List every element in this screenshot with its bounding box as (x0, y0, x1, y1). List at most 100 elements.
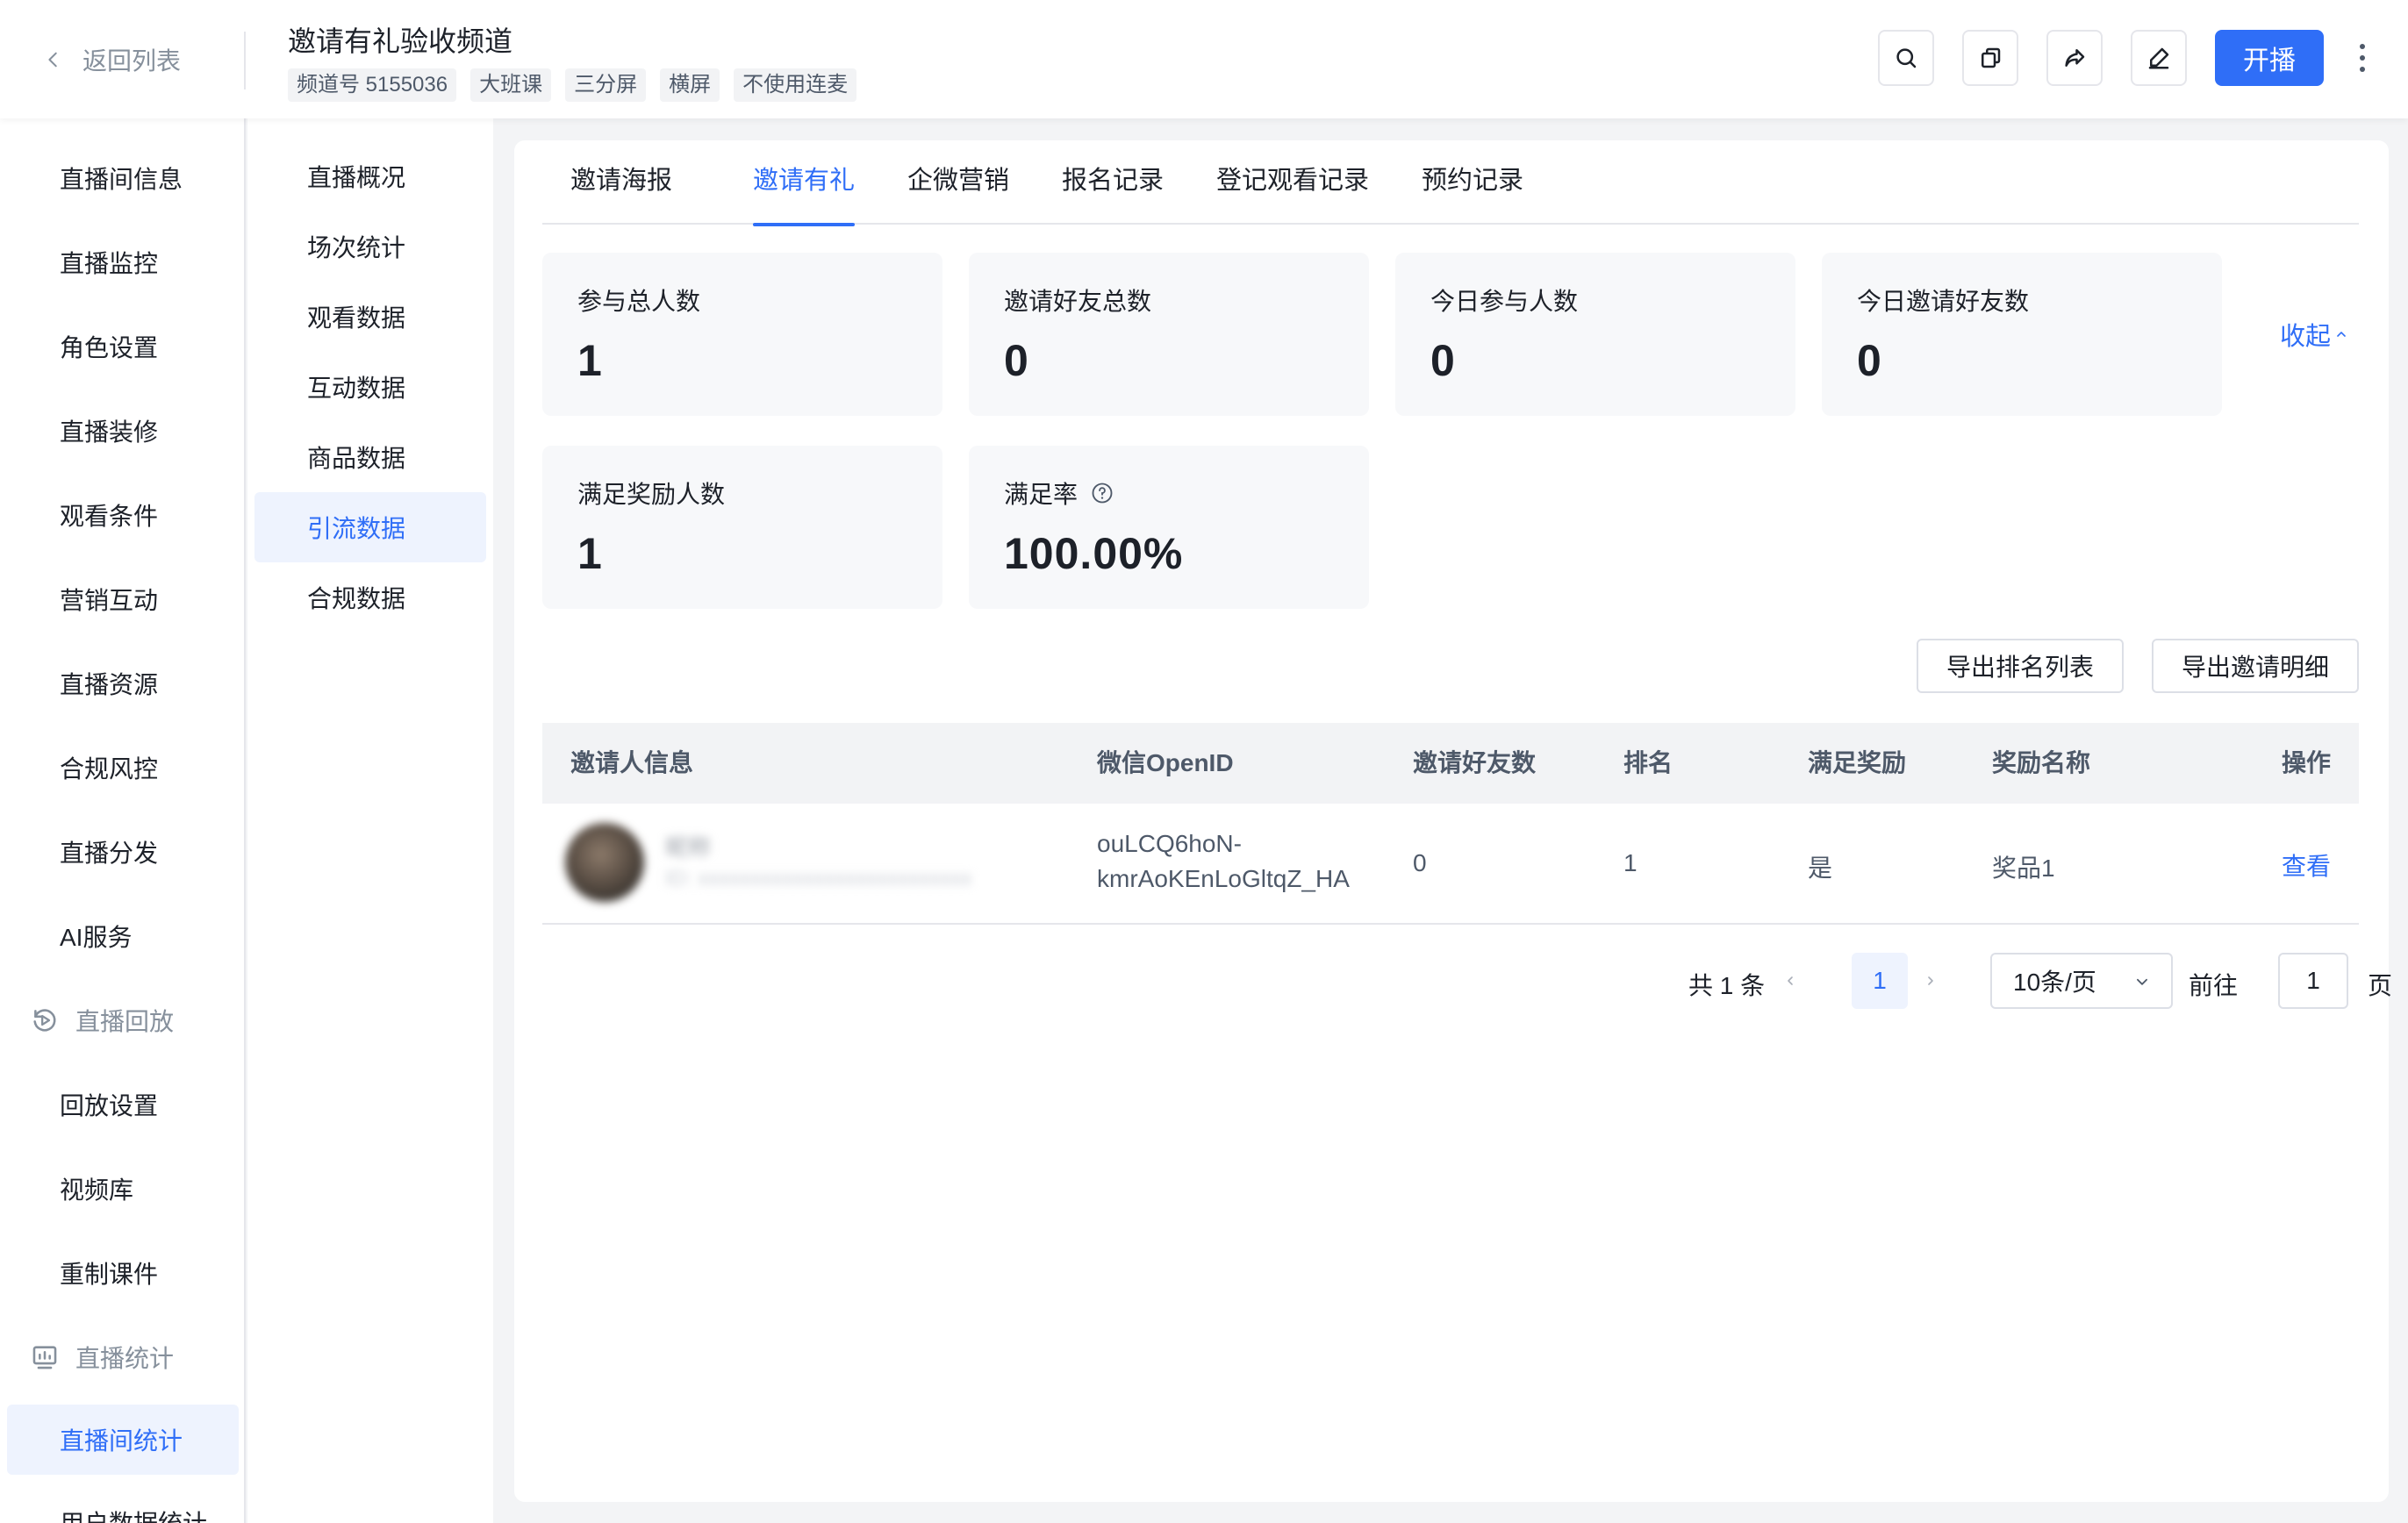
table-row: 昵称 ID: xxxxxxxxxxxxxxxxxxxxxxxxxx ouLCQ6… (542, 804, 2359, 925)
nav-watch-conditions[interactable]: 观看条件 (7, 480, 239, 550)
nav-compliance[interactable]: 合规风控 (7, 733, 239, 803)
nav-distribution[interactable]: 直播分发 (7, 817, 239, 887)
inviter-id: ID: xxxxxxxxxxxxxxxxxxxxxxxxxx (665, 867, 972, 890)
goto-page-input[interactable]: 1 (2278, 953, 2348, 1009)
rank-value: 1 (1623, 849, 1638, 876)
col-inviter-info: 邀请人信息 (570, 749, 694, 776)
reward-name-value: 奖品1 (1992, 854, 2055, 882)
stats-icon (32, 1346, 57, 1369)
subnav-session-stats[interactable]: 场次统计 (254, 211, 486, 282)
pagination-total: 共 1 条 (1688, 972, 1766, 999)
page-number-current[interactable]: 1 (1852, 953, 1908, 1009)
stat-card-satisfaction-rate: 满足率 100.00% (969, 446, 1369, 609)
replay-icon (33, 1009, 56, 1032)
nav-replay-settings[interactable]: 回放设置 (7, 1069, 239, 1140)
chevron-up-icon (2337, 332, 2346, 337)
collapse-toggle[interactable]: 收起 (2280, 316, 2348, 353)
more-options-icon[interactable] (2352, 30, 2373, 86)
nav-user-data-stats[interactable]: 用户数据统计 (7, 1487, 239, 1523)
nav-group-replay[interactable]: 直播回放 (7, 985, 239, 1055)
stat-value: 1 (577, 529, 603, 578)
nav-live-decoration[interactable]: 直播装修 (7, 396, 239, 466)
stat-card-total-invites: 邀请好友总数 0 (969, 253, 1369, 416)
secondary-sidebar: 直播概况 场次统计 观看数据 互动数据 商品数据 引流数据 合规数据 (247, 118, 493, 1523)
copy-icon (1982, 47, 2001, 68)
nav-live-room-info[interactable]: 直播间信息 (7, 143, 239, 213)
subnav-interaction-data[interactable]: 互动数据 (254, 352, 486, 422)
mic-link-tag: 不使用连麦 (734, 68, 857, 102)
edit-button[interactable] (2131, 30, 2187, 86)
collapse-label: 收起 (2280, 323, 2332, 351)
channel-tags: 频道号 5155036 大班课 三分屏 横屏 不使用连麦 (288, 68, 857, 102)
tab-invite-poster[interactable]: 邀请海报 (570, 160, 672, 225)
nav-group-replay-label: 直播回放 (75, 1008, 175, 1035)
stat-value: 1 (577, 336, 603, 385)
page-size-select[interactable]: 10条/页 (1990, 953, 2173, 1009)
stat-value: 0 (1430, 336, 1456, 385)
col-actions: 操作 (2282, 749, 2332, 776)
tab-signup-records[interactable]: 报名记录 (1062, 160, 1164, 225)
tab-wecom-marketing[interactable]: 企微营销 (907, 160, 1009, 225)
subnav-overview[interactable]: 直播概况 (254, 141, 486, 211)
pagination: 共 1 条 1 10条/页 前往 1 页 (514, 953, 2393, 1009)
layout-tag: 三分屏 (565, 68, 647, 102)
tab-bar: 邀请海报 邀请有礼 企微营销 报名记录 登记观看记录 预约记录 (542, 140, 2359, 226)
subnav-compliance-data[interactable]: 合规数据 (254, 562, 486, 633)
nav-role-settings[interactable]: 角色设置 (7, 311, 239, 382)
chevron-left-icon (1788, 976, 1793, 985)
share-icon (2065, 49, 2085, 67)
search-button[interactable] (1878, 30, 1934, 86)
rewarded-value: 是 (1808, 854, 1833, 882)
help-icon[interactable] (1090, 481, 1114, 505)
col-rank: 排名 (1623, 749, 1673, 776)
channel-title: 邀请有礼验收频道 (288, 25, 513, 57)
openid-line1: ouLCQ6hoN- (1097, 830, 1242, 857)
tab-invite-gift[interactable]: 邀请有礼 (753, 160, 856, 226)
edit-icon (2148, 47, 2169, 69)
page-suffix-label: 页 (2368, 972, 2393, 999)
nav-group-stats[interactable]: 直播统计 (7, 1322, 239, 1392)
subnav-traffic-data[interactable]: 引流数据 (254, 492, 486, 562)
stat-card-total-participants: 参与总人数 1 (542, 253, 942, 416)
tab-reservation-records[interactable]: 预约记录 (1422, 160, 1523, 225)
export-ranking-button[interactable]: 导出排名列表 (1917, 639, 2124, 693)
col-wechat-openid: 微信OpenID (1097, 749, 1234, 776)
chevron-left-icon (48, 52, 57, 68)
prev-page-button[interactable] (1773, 962, 1808, 1000)
stat-card-today-participants: 今日参与人数 0 (1395, 253, 1795, 416)
stat-card-today-invites: 今日邀请好友数 0 (1822, 253, 2222, 416)
nav-marketing[interactable]: 营销互动 (7, 564, 239, 634)
chevron-right-icon (1928, 976, 1933, 985)
primary-sidebar: 直播间信息 直播监控 角色设置 直播装修 观看条件 营销互动 直播资源 合规风控… (0, 118, 246, 1523)
start-live-button[interactable]: 开播 (2215, 30, 2324, 86)
nav-remake-courseware[interactable]: 重制课件 (7, 1238, 239, 1308)
goto-label: 前往 (2189, 972, 2239, 999)
stat-card-rewarded-count: 满足奖励人数 1 (542, 446, 942, 609)
inviter-name: 昵称 (665, 834, 712, 861)
subnav-product-data[interactable]: 商品数据 (254, 422, 486, 492)
class-type-tag: 大班课 (470, 68, 552, 102)
stat-label: 满足率 (1004, 475, 1114, 511)
copy-button[interactable] (1962, 30, 2018, 86)
tab-register-watch-records[interactable]: 登记观看记录 (1216, 160, 1369, 225)
top-header: 返回列表 邀请有礼验收频道 频道号 5155036 大班课 三分屏 横屏 不使用… (0, 0, 2408, 118)
nav-live-room-stats[interactable]: 直播间统计 (7, 1405, 239, 1475)
channel-id-tag: 频道号 5155036 (288, 68, 457, 102)
col-invite-count: 邀请好友数 (1413, 749, 1537, 776)
col-reward-name: 奖励名称 (1992, 749, 2091, 776)
share-button[interactable] (2046, 30, 2103, 86)
stat-label: 今日参与人数 (1430, 288, 1579, 315)
view-detail-link[interactable]: 查看 (2282, 847, 2331, 883)
nav-ai-service[interactable]: AI服务 (7, 901, 239, 971)
orientation-tag: 横屏 (660, 68, 720, 102)
back-to-list-button[interactable]: 返回列表 (44, 40, 181, 79)
stat-label: 满足奖励人数 (577, 481, 726, 508)
next-page-button[interactable] (1913, 962, 1948, 1000)
nav-live-resources[interactable]: 直播资源 (7, 648, 239, 719)
subnav-viewing-data[interactable]: 观看数据 (254, 282, 486, 352)
export-invite-detail-button[interactable]: 导出邀请明细 (2152, 639, 2359, 693)
nav-live-monitor[interactable]: 直播监控 (7, 227, 239, 297)
invite-count-value: 0 (1413, 849, 1427, 876)
stat-value: 0 (1004, 336, 1029, 385)
nav-video-library[interactable]: 视频库 (7, 1154, 239, 1224)
